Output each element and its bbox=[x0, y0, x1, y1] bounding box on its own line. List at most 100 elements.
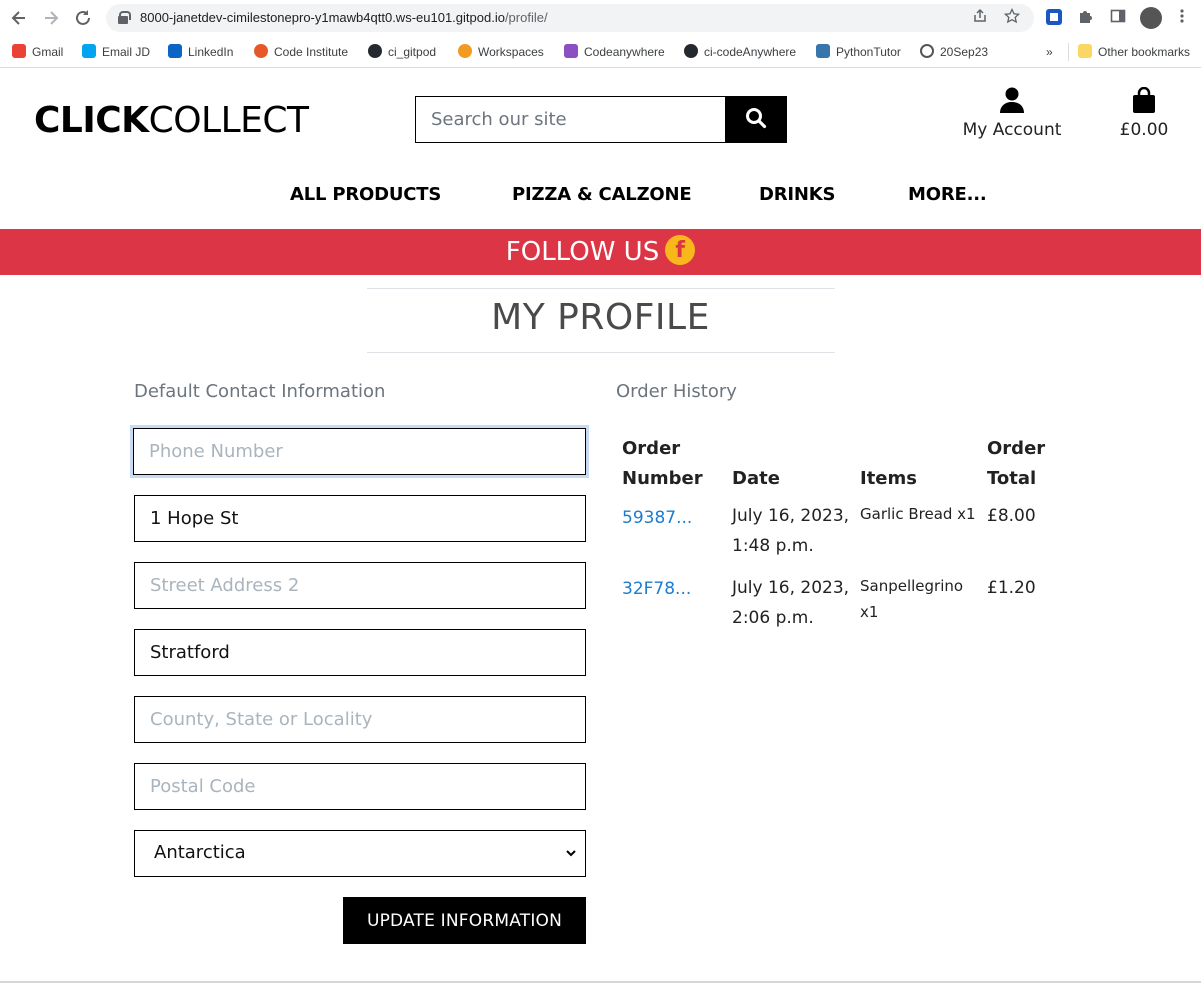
search-input[interactable] bbox=[415, 96, 726, 143]
search-button[interactable] bbox=[725, 96, 787, 143]
street-address-1-field[interactable] bbox=[134, 495, 586, 542]
facebook-icon[interactable]: f bbox=[665, 235, 696, 265]
clock-icon bbox=[920, 44, 934, 58]
page-title: MY PROFILE bbox=[491, 297, 710, 338]
shopping-bag-icon bbox=[1133, 86, 1155, 113]
street-address-2-field[interactable] bbox=[134, 562, 586, 609]
profile-avatar[interactable] bbox=[1140, 7, 1162, 29]
my-account-link[interactable]: My Account bbox=[950, 87, 1074, 140]
puzzle-icon[interactable] bbox=[1076, 8, 1096, 28]
bookmark-label: PythonTutor bbox=[836, 45, 901, 59]
site-logo[interactable]: CLICKCOLLECT bbox=[34, 100, 309, 141]
bookmark-label: Gmail bbox=[32, 45, 64, 59]
back-icon[interactable] bbox=[8, 7, 30, 29]
order-date: July 16, 2023, bbox=[732, 506, 850, 526]
forward-icon[interactable] bbox=[40, 7, 62, 29]
nav-more[interactable]: MORE... bbox=[908, 184, 987, 205]
linkedin-icon bbox=[168, 44, 182, 58]
browser-toolbar: 8000-janetdev-cimilestonepro-y1mawb4qtt0… bbox=[0, 0, 1201, 36]
bookmarks-divider bbox=[1068, 43, 1069, 61]
nav-pizza-calzone[interactable]: PIZZA & CALZONE bbox=[512, 184, 692, 205]
star-icon[interactable] bbox=[1002, 7, 1022, 28]
th-date: Date bbox=[732, 468, 780, 489]
bookmarks-bar: Gmail Email JD LinkedIn Code Institute c… bbox=[0, 36, 1201, 68]
follow-us-banner[interactable]: FOLLOW US f bbox=[0, 229, 1201, 275]
bookmark-label: 20Sep23 bbox=[940, 45, 989, 59]
nav-drinks[interactable]: DRINKS bbox=[759, 184, 835, 205]
bookmark-label: Email JD bbox=[102, 45, 151, 59]
address-bar[interactable]: 8000-janetdev-cimilestonepro-y1mawb4qtt0… bbox=[106, 4, 1034, 32]
nav-all-products[interactable]: ALL PRODUCTS bbox=[290, 184, 441, 205]
title-rule-bottom bbox=[367, 352, 835, 353]
title-rule-top bbox=[367, 288, 835, 289]
update-information-button[interactable]: UPDATE INFORMATION bbox=[343, 897, 586, 944]
bookmark-label: Other bookmarks bbox=[1098, 45, 1191, 59]
bookmark-email-jd[interactable]: Email JD bbox=[82, 42, 150, 62]
bag-total: £0.00 bbox=[1119, 120, 1169, 140]
bookmark-label: ci_gitpod bbox=[388, 45, 437, 59]
account-label: My Account bbox=[962, 120, 1062, 140]
menu-icon[interactable] bbox=[1172, 8, 1192, 28]
other-bookmarks[interactable]: Other bookmarks bbox=[1078, 42, 1190, 62]
bookmark-pythontutor[interactable]: PythonTutor bbox=[816, 42, 901, 62]
order-items: Sanpellegrino bbox=[860, 577, 964, 595]
share-icon[interactable] bbox=[970, 8, 990, 28]
postcode-field[interactable] bbox=[134, 763, 586, 810]
main-nav: ALL PRODUCTS PIZZA & CALZONE DRINKS MORE… bbox=[0, 184, 1201, 214]
logo-light: COLLECT bbox=[148, 100, 309, 141]
contact-section-title: Default Contact Information bbox=[134, 381, 386, 402]
order-time: 1:48 p.m. bbox=[732, 536, 814, 556]
follow-us-text: FOLLOW US bbox=[505, 237, 660, 267]
order-number-link[interactable]: 59387... bbox=[622, 503, 692, 533]
bookmark-label: Codeanywhere bbox=[584, 45, 665, 59]
order-items-qty: x1 bbox=[860, 603, 879, 621]
th-order-number-2: Number bbox=[622, 468, 703, 489]
extension-icon[interactable] bbox=[1044, 8, 1064, 28]
chevron-down-icon bbox=[566, 850, 576, 857]
logo-bold: CLICK bbox=[34, 100, 149, 141]
codeanywhere-icon bbox=[564, 44, 578, 58]
gitpod-icon bbox=[458, 44, 472, 58]
bookmark-ci-codeanywhere[interactable]: ci-codeAnywhere bbox=[684, 42, 796, 62]
url-text: 8000-janetdev-cimilestonepro-y1mawb4qtt0… bbox=[140, 10, 548, 25]
search-form bbox=[415, 96, 787, 143]
microsoft-icon bbox=[82, 44, 96, 58]
bookmark-label: LinkedIn bbox=[188, 45, 234, 59]
user-icon bbox=[1000, 87, 1024, 113]
th-items: Items bbox=[860, 468, 917, 489]
code-institute-icon bbox=[254, 44, 268, 58]
folder-icon bbox=[1078, 44, 1092, 58]
th-order-number-1: Order bbox=[622, 438, 681, 459]
lock-icon bbox=[118, 11, 131, 24]
github-icon bbox=[368, 44, 382, 58]
github-icon bbox=[684, 44, 698, 58]
order-number-link[interactable]: 32F78... bbox=[622, 574, 691, 604]
sidepanel-icon[interactable] bbox=[1108, 8, 1128, 28]
bookmark-gmail[interactable]: Gmail bbox=[12, 42, 63, 62]
order-history-title: Order History bbox=[616, 381, 737, 402]
shopping-bag-link[interactable]: £0.00 bbox=[1110, 86, 1178, 140]
county-field[interactable] bbox=[134, 696, 586, 743]
order-time: 2:06 p.m. bbox=[732, 608, 814, 628]
order-date: July 16, 2023, bbox=[732, 578, 850, 598]
town-city-field[interactable] bbox=[134, 629, 586, 676]
order-total: £1.20 bbox=[987, 578, 1036, 598]
bookmark-code-institute[interactable]: Code Institute bbox=[254, 42, 348, 62]
order-items: Garlic Bread x1 bbox=[860, 505, 976, 523]
more-bookmarks-button[interactable]: » bbox=[1046, 42, 1053, 62]
th-order-total-2: Total bbox=[987, 468, 1037, 489]
bookmark-label: Workspaces bbox=[478, 45, 544, 59]
bookmark-linkedin[interactable]: LinkedIn bbox=[168, 42, 233, 62]
order-total: £8.00 bbox=[987, 506, 1036, 526]
bookmark-ci-gitpod[interactable]: ci_gitpod bbox=[368, 42, 436, 62]
reload-icon[interactable] bbox=[72, 7, 94, 29]
bookmark-codeanywhere[interactable]: Codeanywhere bbox=[564, 42, 665, 62]
phone-number-field[interactable] bbox=[133, 428, 586, 475]
python-icon bbox=[816, 44, 830, 58]
bookmark-20sep23[interactable]: 20Sep23 bbox=[920, 42, 988, 62]
bookmark-label: ci-codeAnywhere bbox=[704, 45, 797, 59]
bookmark-workspaces[interactable]: Workspaces bbox=[458, 42, 544, 62]
site-header: CLICKCOLLECT My Account £0.00 ALL PRODUC… bbox=[0, 69, 1201, 229]
bookmark-label: Code Institute bbox=[274, 45, 349, 59]
country-select[interactable]: Antarctica bbox=[134, 830, 586, 877]
